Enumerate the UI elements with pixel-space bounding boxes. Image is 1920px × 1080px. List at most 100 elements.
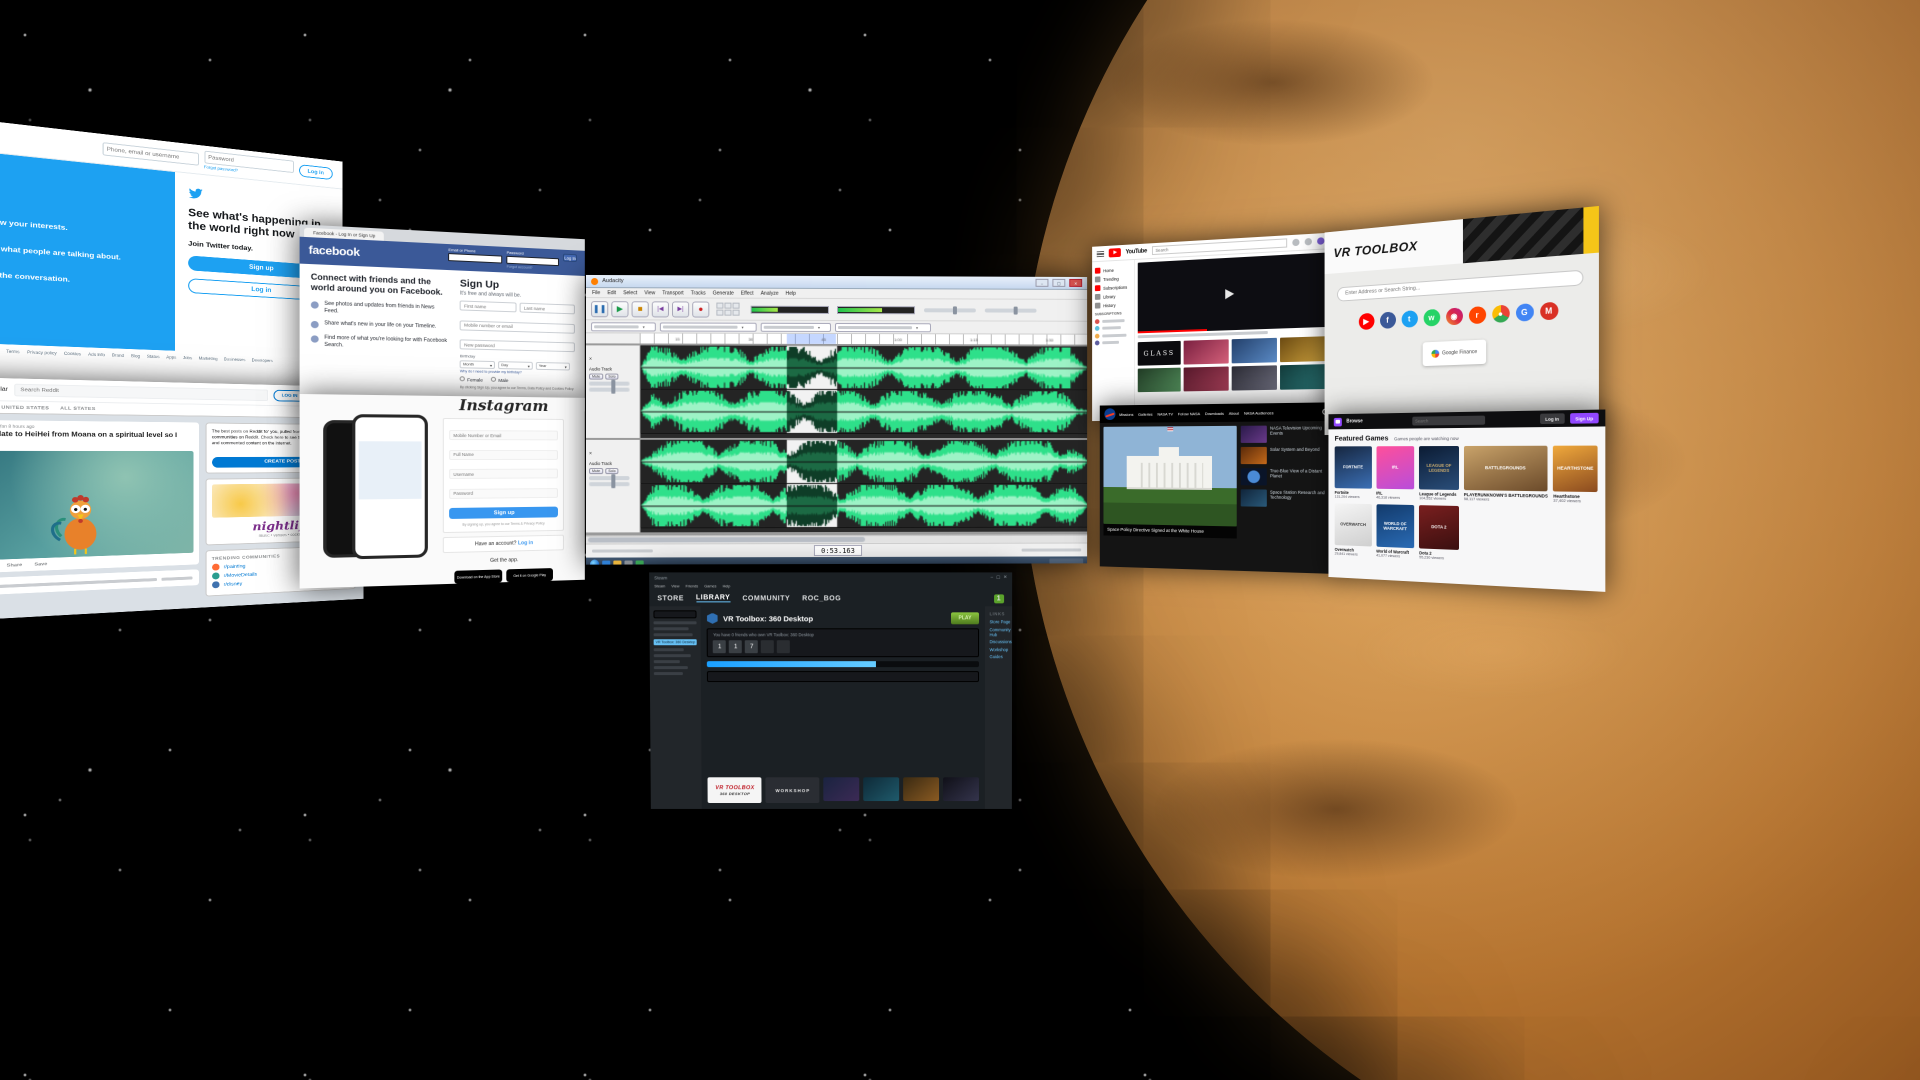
multi-tool[interactable]	[733, 310, 740, 316]
track-name[interactable]: Audio Track	[589, 366, 637, 371]
menu-view[interactable]: View	[644, 290, 655, 296]
password-input[interactable]	[449, 488, 558, 499]
track-gain-slider[interactable]	[589, 382, 630, 386]
sidebar-item-trending[interactable]: Trending	[1095, 275, 1131, 283]
twitter-footer-link[interactable]: Developers	[252, 358, 273, 364]
menu-transport[interactable]: Transport	[662, 290, 683, 296]
horizontal-scrollbar[interactable]	[586, 535, 1087, 544]
shortcut-chrome-icon[interactable]: ●	[1492, 304, 1509, 322]
twitter-username-input[interactable]	[102, 142, 198, 166]
shortcut-gmail-icon[interactable]: M	[1540, 301, 1558, 320]
subscription-channel[interactable]	[1095, 332, 1131, 338]
post-share-button[interactable]: Share	[7, 562, 22, 568]
link-discussions[interactable]: Discussions	[989, 639, 1011, 644]
channels-dropdown[interactable]: ▾	[761, 322, 831, 331]
track-gain-slider[interactable]	[589, 476, 630, 480]
twitch-logo-icon[interactable]	[1334, 417, 1342, 426]
library-search-input[interactable]	[653, 610, 697, 618]
play-button[interactable]: PLAY	[951, 612, 980, 624]
notification-badge[interactable]: 1	[994, 594, 1004, 603]
shortcut-whatsapp-icon[interactable]: w	[1423, 308, 1440, 326]
video-thumbnail[interactable]	[1138, 368, 1181, 393]
nav-profile[interactable]: ROC_BOG	[802, 595, 841, 602]
notifications-icon[interactable]	[1305, 238, 1312, 246]
host-dropdown[interactable]: ▾	[591, 322, 656, 331]
track-close-button[interactable]: ×	[589, 451, 592, 457]
shortcut-reddit-icon[interactable]: r	[1468, 306, 1485, 324]
nav-nasa-tv[interactable]: NASA TV	[1157, 411, 1173, 416]
facebook-login-button[interactable]: Log In	[563, 254, 577, 262]
sidebar-item-library[interactable]: Library	[1095, 292, 1131, 299]
game-list-item[interactable]	[654, 621, 698, 624]
recording-device-dropdown[interactable]: ▾	[660, 322, 757, 331]
menu-select[interactable]: Select	[623, 290, 637, 296]
instagram-signup-button[interactable]: Sign up	[449, 507, 558, 519]
phone-or-email-input[interactable]	[449, 430, 558, 440]
twitter-footer-link[interactable]: Apps	[166, 354, 176, 359]
link-community-hub[interactable]: Community Hub	[989, 627, 1011, 637]
facebook-email-input[interactable]	[448, 253, 502, 263]
birthday-day-select[interactable]: Day▾	[498, 361, 533, 370]
screenshot-thumbnail[interactable]	[943, 777, 979, 801]
start-button[interactable]	[590, 560, 599, 565]
google-finance-card[interactable]: Google Finance	[1423, 339, 1486, 366]
twitter-footer-link[interactable]: Jobs	[183, 355, 192, 360]
waveform-right-channel[interactable]	[641, 390, 1087, 434]
minimize-button[interactable]: –	[1036, 279, 1049, 287]
screenshot-thumbnail[interactable]	[904, 777, 940, 801]
menu-analyze[interactable]: Analyze	[761, 290, 779, 296]
twitch-login-button[interactable]: Log In	[1540, 413, 1565, 424]
twitter-footer-link[interactable]: Terms	[6, 349, 19, 355]
taskbar-audacity-icon[interactable]	[624, 560, 632, 565]
minimize-button[interactable]: –	[991, 574, 994, 580]
close-button[interactable]: ✕	[1069, 279, 1082, 287]
facebook-logo[interactable]: facebook	[309, 244, 360, 259]
achievement-tile[interactable]: 7	[745, 640, 758, 653]
game-list-item[interactable]	[654, 633, 693, 636]
track-1-waveform[interactable]	[641, 346, 1087, 439]
menu-help[interactable]: Help	[786, 290, 796, 296]
youtube-logo-text[interactable]: YouTube	[1126, 248, 1147, 255]
address-search-input[interactable]	[1337, 269, 1583, 301]
game-list-item[interactable]	[654, 648, 684, 651]
taskbar-browser-icon[interactable]	[602, 560, 610, 565]
twitter-footer-link[interactable]: Ads info	[88, 352, 105, 358]
game-list-item[interactable]	[654, 627, 689, 630]
workshop-tile[interactable]: WORKSHOP	[766, 777, 820, 803]
twitter-footer-link[interactable]: Privacy policy	[27, 349, 57, 355]
mute-button[interactable]: Mute	[589, 374, 603, 380]
menu-view[interactable]: View	[671, 584, 679, 588]
link-guides[interactable]: Guides	[989, 654, 1011, 659]
menu-edit[interactable]: Edit	[607, 290, 616, 296]
nasa-hero-story[interactable]: Space Policy Directive Signed at the Whi…	[1103, 426, 1236, 539]
achievement-tile-locked[interactable]: ·	[777, 640, 790, 653]
skip-end-button[interactable]: ▶|	[672, 301, 689, 317]
post-title[interactable]: [Fanart] I relate to HeiHei from Moana o…	[0, 430, 193, 448]
track-close-button[interactable]: ×	[589, 356, 592, 362]
sidebar-item-subscriptions[interactable]: Subscriptions	[1095, 284, 1131, 292]
avatar[interactable]	[1317, 237, 1324, 245]
game-card-world-of-warcraft[interactable]: WORLD OF WARCRAFT World of Warcraft 41,0…	[1376, 504, 1414, 559]
selected-game-item[interactable]: VR Toolbox: 360 Desktop	[654, 639, 698, 645]
sidebar-item-home[interactable]: Home	[1095, 266, 1131, 274]
menu-steam[interactable]: Steam	[654, 584, 665, 588]
comment-input[interactable]	[707, 671, 979, 682]
zoom-tool[interactable]	[716, 310, 723, 316]
shortcut-instagram-icon[interactable]: ◉	[1446, 307, 1463, 325]
mic-slider[interactable]	[985, 308, 1037, 312]
stop-button[interactable]: ■	[632, 301, 649, 317]
game-list-item[interactable]	[654, 672, 683, 675]
game-card-dota2[interactable]: DOTA 2 Dota 2 55,230 viewers	[1419, 505, 1459, 561]
birthday-month-select[interactable]: Month▾	[460, 360, 495, 369]
twitter-topbar-login-button[interactable]: Log in	[299, 164, 333, 180]
screenshot-thumbnail[interactable]	[824, 777, 860, 801]
shortcut-youtube-icon[interactable]: ▶	[1358, 312, 1374, 329]
achievement-tile[interactable]: 1	[729, 640, 742, 653]
video-thumbnail[interactable]	[1184, 339, 1228, 364]
full-name-input[interactable]	[449, 450, 558, 460]
game-list-item[interactable]	[654, 660, 680, 663]
timeshift-tool[interactable]	[724, 310, 731, 316]
appstore-badge[interactable]: Download on the App Store	[454, 570, 502, 584]
shortcut-twitter-icon[interactable]: t	[1401, 310, 1417, 328]
menu-games[interactable]: Games	[704, 584, 716, 588]
